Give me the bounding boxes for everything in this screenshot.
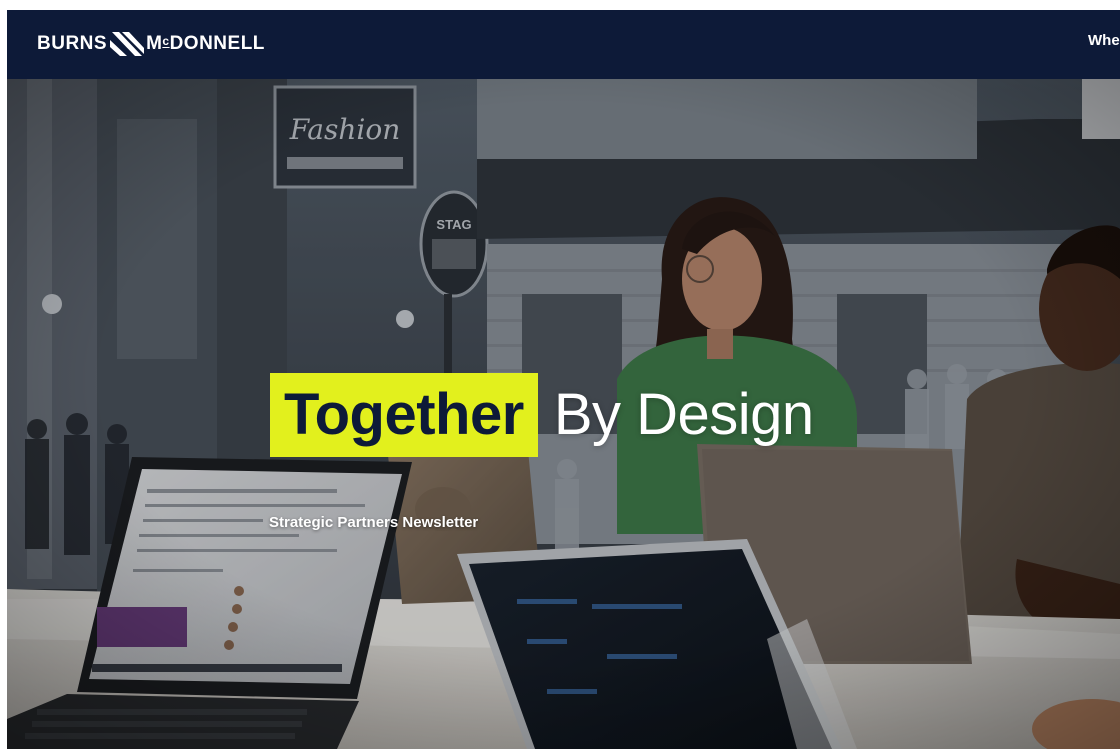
logo-text-m: M: [146, 33, 163, 54]
top-navigation-bar: BURNS M c DONNELL Whe: [7, 10, 1120, 79]
hero-banner: Fashion STAG: [7, 79, 1120, 749]
logo-text-mc: M c: [146, 33, 170, 55]
hero-title: Together By Design: [270, 373, 814, 458]
diagonal-stripes-logo-mark-icon: [110, 30, 145, 58]
page: BURNS M c DONNELL Whe Together By Design…: [0, 0, 1120, 749]
logo-text-c: c: [162, 34, 170, 48]
nav-link-who-we-are[interactable]: Whe: [1088, 32, 1120, 49]
browser-viewport: BURNS M c DONNELL Whe Together By Design…: [7, 10, 1120, 749]
burns-mcdonnell-logo[interactable]: BURNS M c DONNELL: [37, 30, 265, 58]
hero-title-rest: By Design: [553, 382, 814, 448]
logo-text-donnell: DONNELL: [169, 33, 265, 54]
hero-subtitle: Strategic Partners Newsletter: [269, 514, 479, 531]
hero-title-highlight: Together: [270, 373, 538, 458]
logo-text-burns: BURNS: [37, 33, 108, 54]
